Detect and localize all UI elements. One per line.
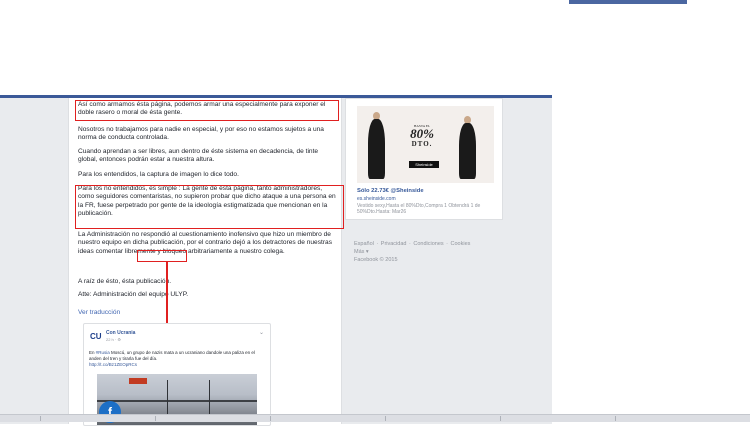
- shared-url-link[interactable]: http://t.co/Bz1ZEOpRCs: [89, 362, 137, 367]
- promo-percent: 80%: [410, 126, 434, 141]
- page-footer: Español · Privacidad · Condiciones · Coo…: [354, 241, 471, 263]
- post-paragraph-8: Atte: Administración del equipo ULYP.: [78, 291, 189, 298]
- shared-timestamp: 22 h · ⚙: [106, 337, 121, 342]
- footer-link-cookies[interactable]: Cookies: [451, 241, 471, 247]
- post-paragraph-2: Nosotros no trabajamos para nadie en esp…: [78, 126, 324, 142]
- footer-copyright: Facebook © 2015: [354, 257, 398, 263]
- chevron-down-icon[interactable]: ⌄: [259, 329, 264, 336]
- shared-page-name[interactable]: Con Ucrania: [106, 330, 135, 336]
- bar-divider: [40, 416, 41, 421]
- ad-image[interactable]: HASTA EL 80% DTO. Sheinside: [357, 106, 494, 183]
- top-bar-fragment: [569, 0, 687, 4]
- footer-more-link[interactable]: Más ▾: [354, 249, 369, 255]
- highlight-box-1: [75, 100, 339, 121]
- footer-link-terms[interactable]: Condiciones: [413, 241, 443, 247]
- footer-link-language[interactable]: Español: [354, 241, 374, 247]
- bar-divider: [615, 416, 616, 421]
- post-paragraph-6: La Administración no respondió al cuesti…: [78, 231, 333, 255]
- news-tag: [129, 378, 147, 384]
- footer-link-privacy[interactable]: Privacidad: [381, 241, 407, 247]
- shared-text-rest: Moscú, un grupo de nazis mata a un ucran…: [89, 350, 255, 361]
- see-translation-link[interactable]: Ver traducción: [78, 309, 120, 316]
- post-paragraph-3: Cuando aprendan a ser libres, aun dentro…: [78, 148, 319, 164]
- promo-dto: DTO.: [411, 140, 433, 148]
- highlight-box-keyword: [137, 250, 187, 262]
- model-figure: [459, 123, 476, 179]
- page-logo: CU: [90, 332, 102, 341]
- photo-rail: [97, 400, 257, 402]
- post-card: Así como armamos ésta página, podemos ar…: [68, 98, 344, 426]
- ad-domain[interactable]: es.sheinside.com: [357, 196, 396, 202]
- model-figure: [368, 119, 385, 179]
- shared-post-text: En #Rusia Moscú, un grupo de nazis mata …: [89, 350, 265, 367]
- shared-text-prefix: En: [89, 350, 96, 355]
- bar-divider: [500, 416, 501, 421]
- bar-divider: [270, 416, 271, 421]
- highlight-box-2: [75, 185, 344, 229]
- bar-divider: [155, 416, 156, 421]
- ad-title[interactable]: Sólo 22.73€ @Sheinside: [357, 188, 424, 194]
- post-paragraph-4: Para los entendidos, la captura de image…: [78, 171, 239, 178]
- bar-divider: [385, 416, 386, 421]
- shared-post-embed[interactable]: CU Con Ucrania 22 h · ⚙ ⌄ En #Rusia Mosc…: [83, 323, 271, 426]
- ad-brand-logo: Sheinside: [409, 161, 439, 168]
- hashtag-link[interactable]: #Rusia: [96, 350, 110, 355]
- ad-description: Vestido sexy,Hasta el 80%Dto,Compra 1 Ob…: [357, 203, 481, 215]
- post-paragraph-7: A raíz de ésto, ésta publicación.: [78, 278, 172, 285]
- ad-promo: HASTA EL 80% DTO.: [405, 124, 439, 148]
- sponsored-ad[interactable]: HASTA EL 80% DTO. Sheinside Sólo 22.73€ …: [345, 98, 503, 220]
